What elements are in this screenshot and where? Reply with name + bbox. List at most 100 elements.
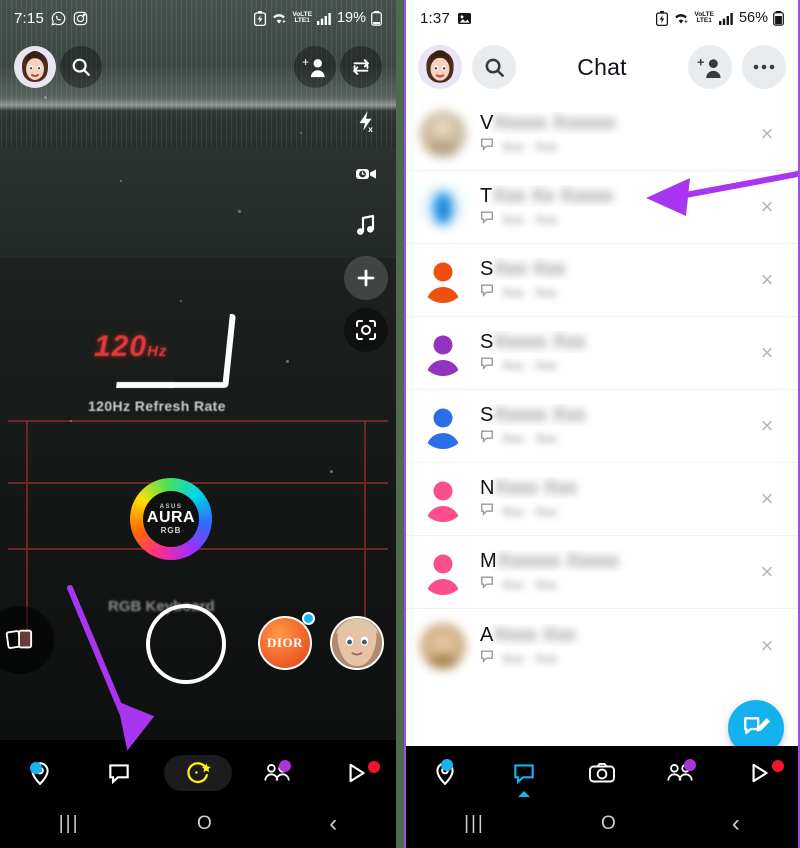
sidebar-item-friends[interactable] xyxy=(238,746,317,800)
row-subtitle: Xxx · Xxx xyxy=(502,577,557,592)
close-icon[interactable]: × xyxy=(750,633,784,659)
recents-button[interactable]: ||| xyxy=(464,813,485,835)
close-icon[interactable]: × xyxy=(750,340,784,366)
sidebar-item-camera[interactable] xyxy=(158,746,237,800)
sidebar-item-chat[interactable] xyxy=(440,746,562,800)
camera-tool-column: x xyxy=(344,100,388,352)
row-name-blurred: Xxxx Xxx xyxy=(494,477,577,499)
ar-refresh-rate-badge: 120Hz xyxy=(84,312,254,398)
volte-icon: VoLTE LTE1 xyxy=(694,11,714,24)
camera-top-bar: + xyxy=(0,36,396,98)
row-initial: S xyxy=(480,258,494,280)
lens-face[interactable] xyxy=(330,616,384,670)
back-button[interactable]: ‹ xyxy=(329,810,337,838)
row-subtitle: Xxx · Xxx xyxy=(502,650,557,666)
row-subtitle: Xxx · Xxx xyxy=(502,504,557,519)
shutter-button[interactable] xyxy=(146,604,226,684)
laptop-body-upper xyxy=(0,148,396,258)
row-subtitle: Xxx · Xxx xyxy=(502,285,557,300)
bitmoji-avatar[interactable] xyxy=(14,46,56,88)
avatar[interactable] xyxy=(420,622,466,669)
battery-saver-icon xyxy=(254,10,267,26)
close-icon[interactable]: × xyxy=(750,194,784,220)
lens-dior-label: DIOR xyxy=(267,635,303,650)
bitmoji-avatar[interactable] xyxy=(418,45,462,89)
signal-icon xyxy=(316,12,332,25)
chat-status-icon xyxy=(480,575,494,594)
home-button[interactable]: O xyxy=(197,813,212,835)
row-initial: T xyxy=(480,185,493,207)
wifi-icon: + xyxy=(271,11,287,25)
left-phone-screenshot: 120Hz 120Hz Refresh Rate ASUS AURA RGB R… xyxy=(0,0,396,848)
avatar[interactable] xyxy=(420,330,466,376)
row-initial: A xyxy=(480,623,494,646)
flash-off-icon[interactable]: x xyxy=(344,100,388,144)
table-row[interactable]: MXxxxxx Xxxxx Xxx · Xxx × xyxy=(406,536,798,609)
flip-camera-icon[interactable] xyxy=(340,46,382,88)
battery-percent: 56% xyxy=(738,10,768,26)
more-options-icon[interactable] xyxy=(742,45,786,89)
avatar[interactable] xyxy=(420,476,466,522)
avatar[interactable] xyxy=(420,403,466,449)
table-row[interactable]: AXxxx Xxx Xxx · Xxx × xyxy=(406,609,798,682)
svg-text:x: x xyxy=(368,124,373,134)
lens-dior[interactable]: DIOR xyxy=(258,616,312,670)
sidebar-item-map[interactable] xyxy=(406,746,484,800)
table-row[interactable]: SXxx Xxx Xxx · Xxx × xyxy=(406,244,798,317)
back-button[interactable]: ‹ xyxy=(732,810,740,838)
table-row[interactable]: TXxx Xx Xxxxx Xxx · Xxx × xyxy=(406,171,798,244)
chat-status-icon xyxy=(480,649,494,668)
camera-active-pill[interactable] xyxy=(164,755,232,791)
avatar[interactable] xyxy=(420,549,466,595)
recents-button[interactable]: ||| xyxy=(59,813,80,835)
sidebar-item-friends[interactable] xyxy=(641,746,719,800)
avatar[interactable] xyxy=(420,257,466,303)
close-icon[interactable]: × xyxy=(750,486,784,512)
page-title: Chat xyxy=(577,53,627,80)
wifi-icon: + xyxy=(673,11,689,25)
sidebar-item-stories[interactable] xyxy=(317,746,396,800)
avatar[interactable] xyxy=(420,184,466,230)
ar-caption: 120Hz Refresh Rate xyxy=(88,398,226,414)
scan-icon[interactable] xyxy=(344,308,388,352)
music-icon[interactable] xyxy=(344,204,388,248)
ar-bracket-shape xyxy=(168,314,236,388)
memories-icon[interactable] xyxy=(0,606,54,674)
sidebar-item-chat[interactable] xyxy=(30,746,158,800)
chat-list[interactable]: VXxxxx Xxxxxx Xxx · Xxx × TXxx Xx Xxxxx … xyxy=(406,98,798,688)
row-subtitle: Xxx · Xxx xyxy=(502,431,557,446)
right-phone-screenshot: 1:37 + VoLTE LTE1 56% Chat + VXxxxx Xxxx… xyxy=(404,0,800,848)
video-timer-icon[interactable] xyxy=(344,152,388,196)
stories-badge xyxy=(772,760,785,772)
camera-viewfinder[interactable]: 120Hz 120Hz Refresh Rate ASUS AURA RGB R… xyxy=(0,0,396,740)
search-icon[interactable] xyxy=(60,46,102,88)
row-initial: V xyxy=(480,112,494,134)
signal-icon xyxy=(718,12,734,25)
avatar[interactable] xyxy=(420,111,466,157)
table-row[interactable]: NXxxx Xxx Xxx · Xxx × xyxy=(406,463,798,536)
sidebar-item-camera[interactable] xyxy=(563,746,641,800)
add-friend-icon[interactable]: + xyxy=(688,45,732,89)
row-initial: S xyxy=(480,331,494,353)
battery-icon xyxy=(371,10,382,26)
table-row[interactable]: SXxxxx Xxx Xxx · Xxx × xyxy=(406,390,798,463)
table-row[interactable]: SXxxxx Xxx Xxx · Xxx × xyxy=(406,317,798,390)
close-icon[interactable]: × xyxy=(750,267,784,293)
search-icon[interactable] xyxy=(472,45,516,89)
left-system-nav: ||| O ‹ xyxy=(0,800,396,848)
close-icon[interactable]: × xyxy=(750,559,784,585)
add-friend-icon[interactable]: + xyxy=(294,46,336,88)
chat-status-icon xyxy=(480,502,494,521)
left-status-bar: 7:15 + VoLTE LTE1 19% xyxy=(0,0,396,36)
table-row[interactable]: VXxxxx Xxxxxx Xxx · Xxx × xyxy=(406,98,798,171)
close-icon[interactable]: × xyxy=(750,413,784,439)
row-name-blurred: Xxxxxx Xxxxx xyxy=(496,550,619,572)
instagram-icon xyxy=(73,11,88,26)
battery-percent: 19% xyxy=(336,10,366,26)
sidebar-item-stories[interactable] xyxy=(720,746,798,800)
home-button[interactable]: O xyxy=(601,813,616,835)
add-icon[interactable] xyxy=(344,256,388,300)
active-tab-caret xyxy=(517,791,530,797)
close-icon[interactable]: × xyxy=(750,121,784,147)
sidebar-item-map[interactable] xyxy=(0,746,79,800)
